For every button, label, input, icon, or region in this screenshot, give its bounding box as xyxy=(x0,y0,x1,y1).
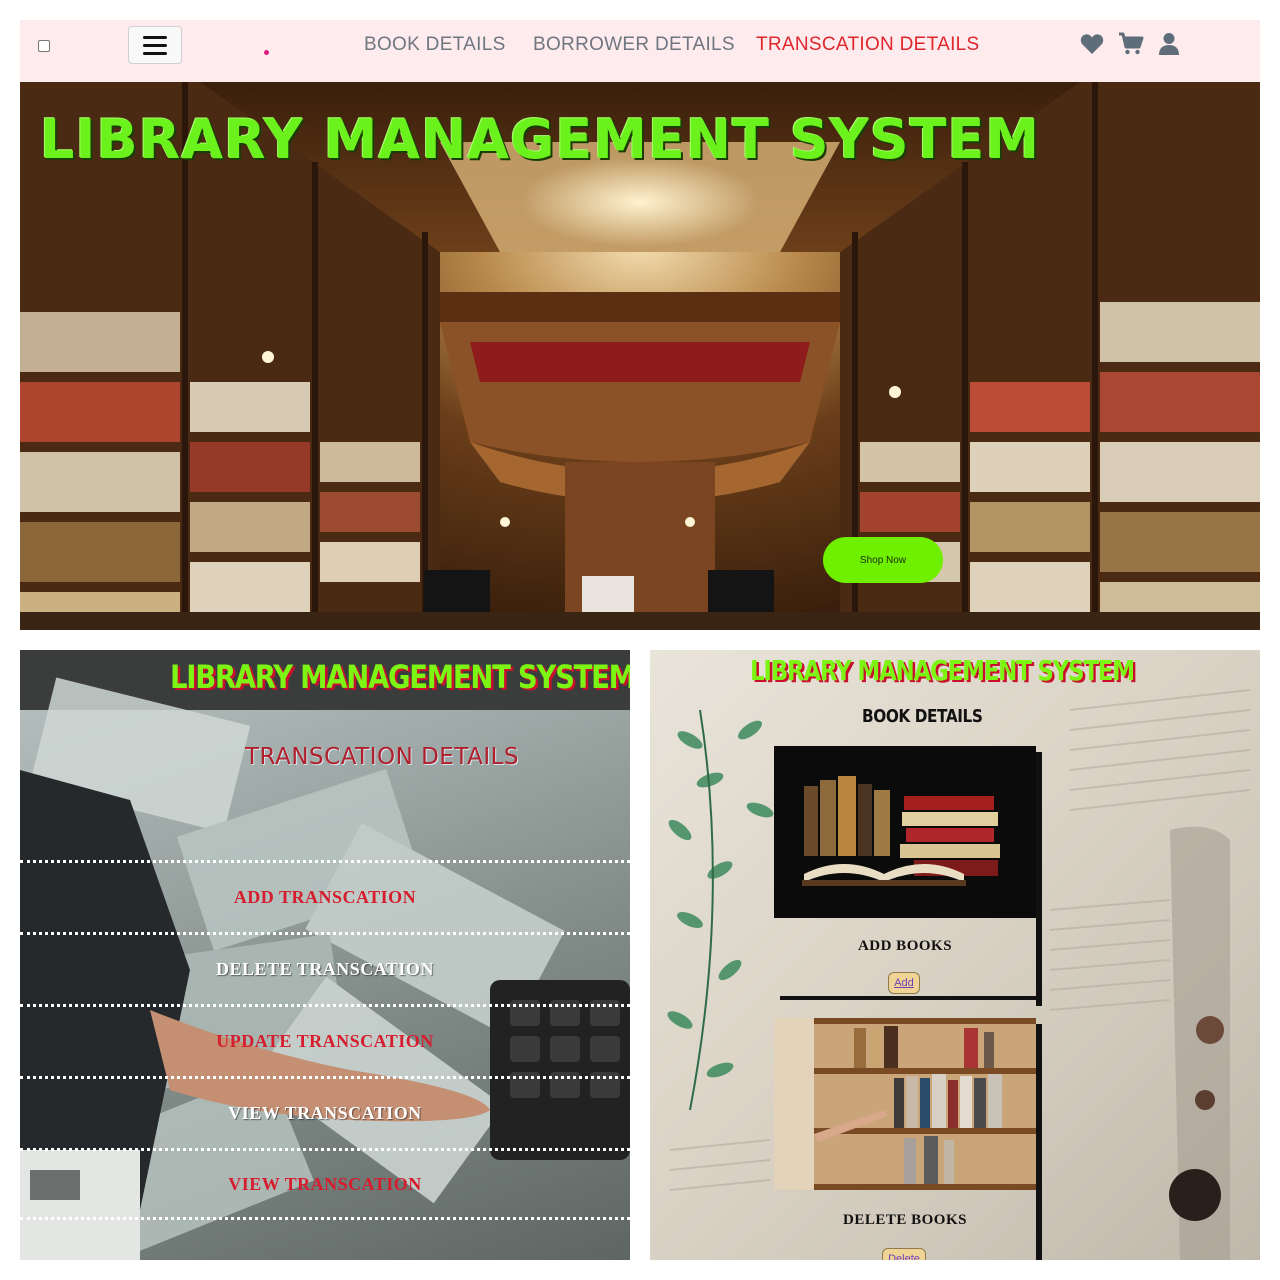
nav-link-borrower-details[interactable]: BORROWER DETAILS xyxy=(533,34,735,56)
add-books-caption: ADD BOOKS xyxy=(857,938,953,954)
nav-link-book-details[interactable]: BOOK DETAILS xyxy=(364,34,506,56)
hero-banner: LIBRARY MANAGEMENT SYSTEM Shop Now xyxy=(20,82,1260,630)
card-divider xyxy=(780,996,1036,1000)
screenshot-collage: BOOK DETAILS BORROWER DETAILS TRANSCATIO… xyxy=(0,0,1280,1280)
nav-icon-group xyxy=(1080,32,1180,56)
transcation-details-panel: LIBRARY MANAGEMENT SYSTEM TRANSCATION DE… xyxy=(20,650,630,1260)
menu-item-view-transcation[interactable]: VIEW TRANSCATION xyxy=(20,1076,630,1148)
menu-item-label: DELETE TRANSCATION xyxy=(216,959,434,979)
card-shadow xyxy=(1036,752,1042,1006)
books-stack-image xyxy=(774,746,1036,918)
menu-item-label: VIEW TRANSCATION xyxy=(228,1173,422,1194)
nav-checkbox[interactable] xyxy=(38,40,50,52)
hamburger-bar xyxy=(143,43,167,47)
hero-title: LIBRARY MANAGEMENT SYSTEM xyxy=(40,108,1041,171)
shop-now-button[interactable]: Shop Now xyxy=(823,537,943,583)
nav-link-transcation-details[interactable]: TRANSCATION DETAILS xyxy=(756,34,980,56)
hamburger-menu-button[interactable] xyxy=(128,26,182,64)
menu-item-label: VIEW TRANSCATION xyxy=(228,1103,422,1123)
menu-item-view-transcation-2[interactable]: VIEW TRANSCATION xyxy=(20,1148,630,1220)
transcation-panel-subtitle: TRANSCATION DETAILS xyxy=(245,744,520,770)
brand-dot xyxy=(264,50,269,55)
menu-item-update-transcation[interactable]: UPDATE TRANSCATION xyxy=(20,1004,630,1076)
menu-item-label: UPDATE TRANSCATION xyxy=(216,1031,434,1051)
card-shadow xyxy=(1036,1024,1042,1260)
menu-item-add-transcation[interactable]: ADD TRANSCATION xyxy=(20,860,630,932)
delete-button[interactable]: Delete xyxy=(882,1248,926,1260)
top-navbar: BOOK DETAILS BORROWER DETAILS TRANSCATIO… xyxy=(20,20,1260,82)
user-icon[interactable] xyxy=(1158,32,1180,56)
transcation-panel-title: LIBRARY MANAGEMENT SYSTEM xyxy=(170,658,630,696)
cart-icon[interactable] xyxy=(1118,32,1144,56)
hamburger-bar xyxy=(143,51,167,55)
book-panel-subtitle: BOOK DETAILS xyxy=(862,706,983,727)
hamburger-bar xyxy=(143,35,167,39)
book-panel-title: LIBRARY MANAGEMENT SYSTEM xyxy=(750,654,1135,687)
delete-books-caption: DELETE BOOKS xyxy=(843,1212,967,1228)
book-details-panel: LIBRARY MANAGEMENT SYSTEM BOOK DETAILS A… xyxy=(650,650,1260,1260)
transcation-menu: ADD TRANSCATION DELETE TRANSCATION UPDAT… xyxy=(20,860,630,1220)
add-button[interactable]: Add xyxy=(888,972,920,994)
menu-item-delete-transcation[interactable]: DELETE TRANSCATION xyxy=(20,932,630,1004)
add-books-card: ADD BOOKS Add xyxy=(774,746,1042,1006)
menu-item-label: ADD TRANSCATION xyxy=(233,887,417,907)
heart-icon[interactable] xyxy=(1080,33,1104,55)
bookshelf-image xyxy=(774,1018,1036,1190)
delete-books-card: DELETE BOOKS Delete xyxy=(774,1018,1042,1260)
